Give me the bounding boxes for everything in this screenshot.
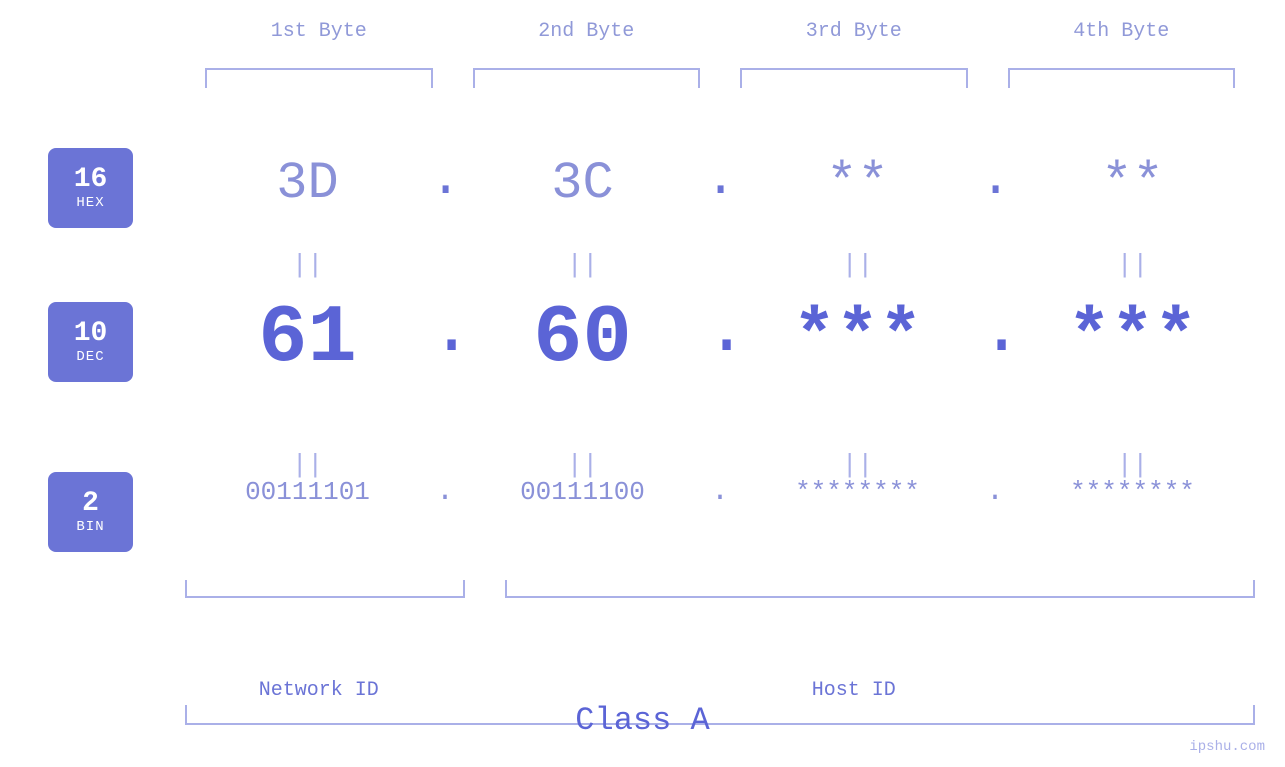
dec-badge-label: DEC <box>76 349 104 365</box>
bin-badge: 2 BIN <box>48 472 133 552</box>
equals-row-hex-dec: || || || || <box>185 250 1255 280</box>
hex-badge-label: HEX <box>76 195 104 211</box>
col-header-1: 1st Byte <box>185 20 453 43</box>
hex-dot-3: . <box>980 150 1010 217</box>
bin-b1: 00111101 <box>185 477 430 507</box>
id-labels: Network ID Host ID <box>185 679 1255 702</box>
col-header-3: 3rd Byte <box>720 20 988 43</box>
col-header-4: 4th Byte <box>988 20 1256 43</box>
bin-b3: ******** <box>735 477 980 507</box>
dec-b2: 60 <box>460 292 705 385</box>
hex-row: 3D . 3C . ** . ** <box>185 150 1255 217</box>
hex-badge: 16 HEX <box>48 148 133 228</box>
network-id-label: Network ID <box>185 679 453 702</box>
col-header-2: 2nd Byte <box>453 20 721 43</box>
dec-dot-2: . <box>705 290 735 386</box>
bracket-top-1 <box>205 68 433 88</box>
bin-b4: ******** <box>1010 477 1255 507</box>
bin-bottom-brackets <box>185 580 1255 598</box>
bin-badge-num: 2 <box>82 489 99 520</box>
dec-b1: 61 <box>185 292 430 385</box>
bracket-top-2 <box>473 68 701 88</box>
bin-dot-1: . <box>430 475 460 509</box>
hex-b3: ** <box>735 154 980 213</box>
dec-dot-3: . <box>980 290 1010 386</box>
hex-dot-2: . <box>705 150 735 217</box>
eq-hex-dec-3: || <box>735 250 980 280</box>
eq-hex-dec-1: || <box>185 250 430 280</box>
bin-badge-label: BIN <box>76 519 104 535</box>
column-headers: 1st Byte 2nd Byte 3rd Byte 4th Byte <box>185 20 1255 43</box>
top-brackets <box>185 68 1255 88</box>
dec-row: 61 . 60 . *** . *** <box>185 290 1255 386</box>
watermark: ipshu.com <box>1189 739 1265 755</box>
dec-b4: *** <box>1010 297 1255 379</box>
bracket-top-3 <box>740 68 968 88</box>
hex-b2: 3C <box>460 154 705 213</box>
hex-b4: ** <box>1010 154 1255 213</box>
hex-dot-1: . <box>430 150 460 217</box>
hex-b1: 3D <box>185 154 430 213</box>
dec-b3: *** <box>735 297 980 379</box>
dec-dot-1: . <box>430 290 460 386</box>
bracket-top-4 <box>1008 68 1236 88</box>
hex-badge-num: 16 <box>74 165 108 196</box>
dec-badge: 10 DEC <box>48 302 133 382</box>
bin-b2: 00111100 <box>460 477 705 507</box>
eq-hex-dec-4: || <box>1010 250 1255 280</box>
class-label: Class A <box>0 702 1285 739</box>
host-id-label: Host ID <box>453 679 1256 702</box>
bracket-gap <box>465 580 505 598</box>
main-container: 1st Byte 2nd Byte 3rd Byte 4th Byte 16 H… <box>0 0 1285 767</box>
bin-row: 00111101 . 00111100 . ******** . *******… <box>185 475 1255 509</box>
eq-hex-dec-2: || <box>460 250 705 280</box>
bin-dot-2: . <box>705 475 735 509</box>
bracket-host <box>505 580 1255 598</box>
bin-dot-3: . <box>980 475 1010 509</box>
dec-badge-num: 10 <box>74 319 108 350</box>
bracket-network <box>185 580 465 598</box>
